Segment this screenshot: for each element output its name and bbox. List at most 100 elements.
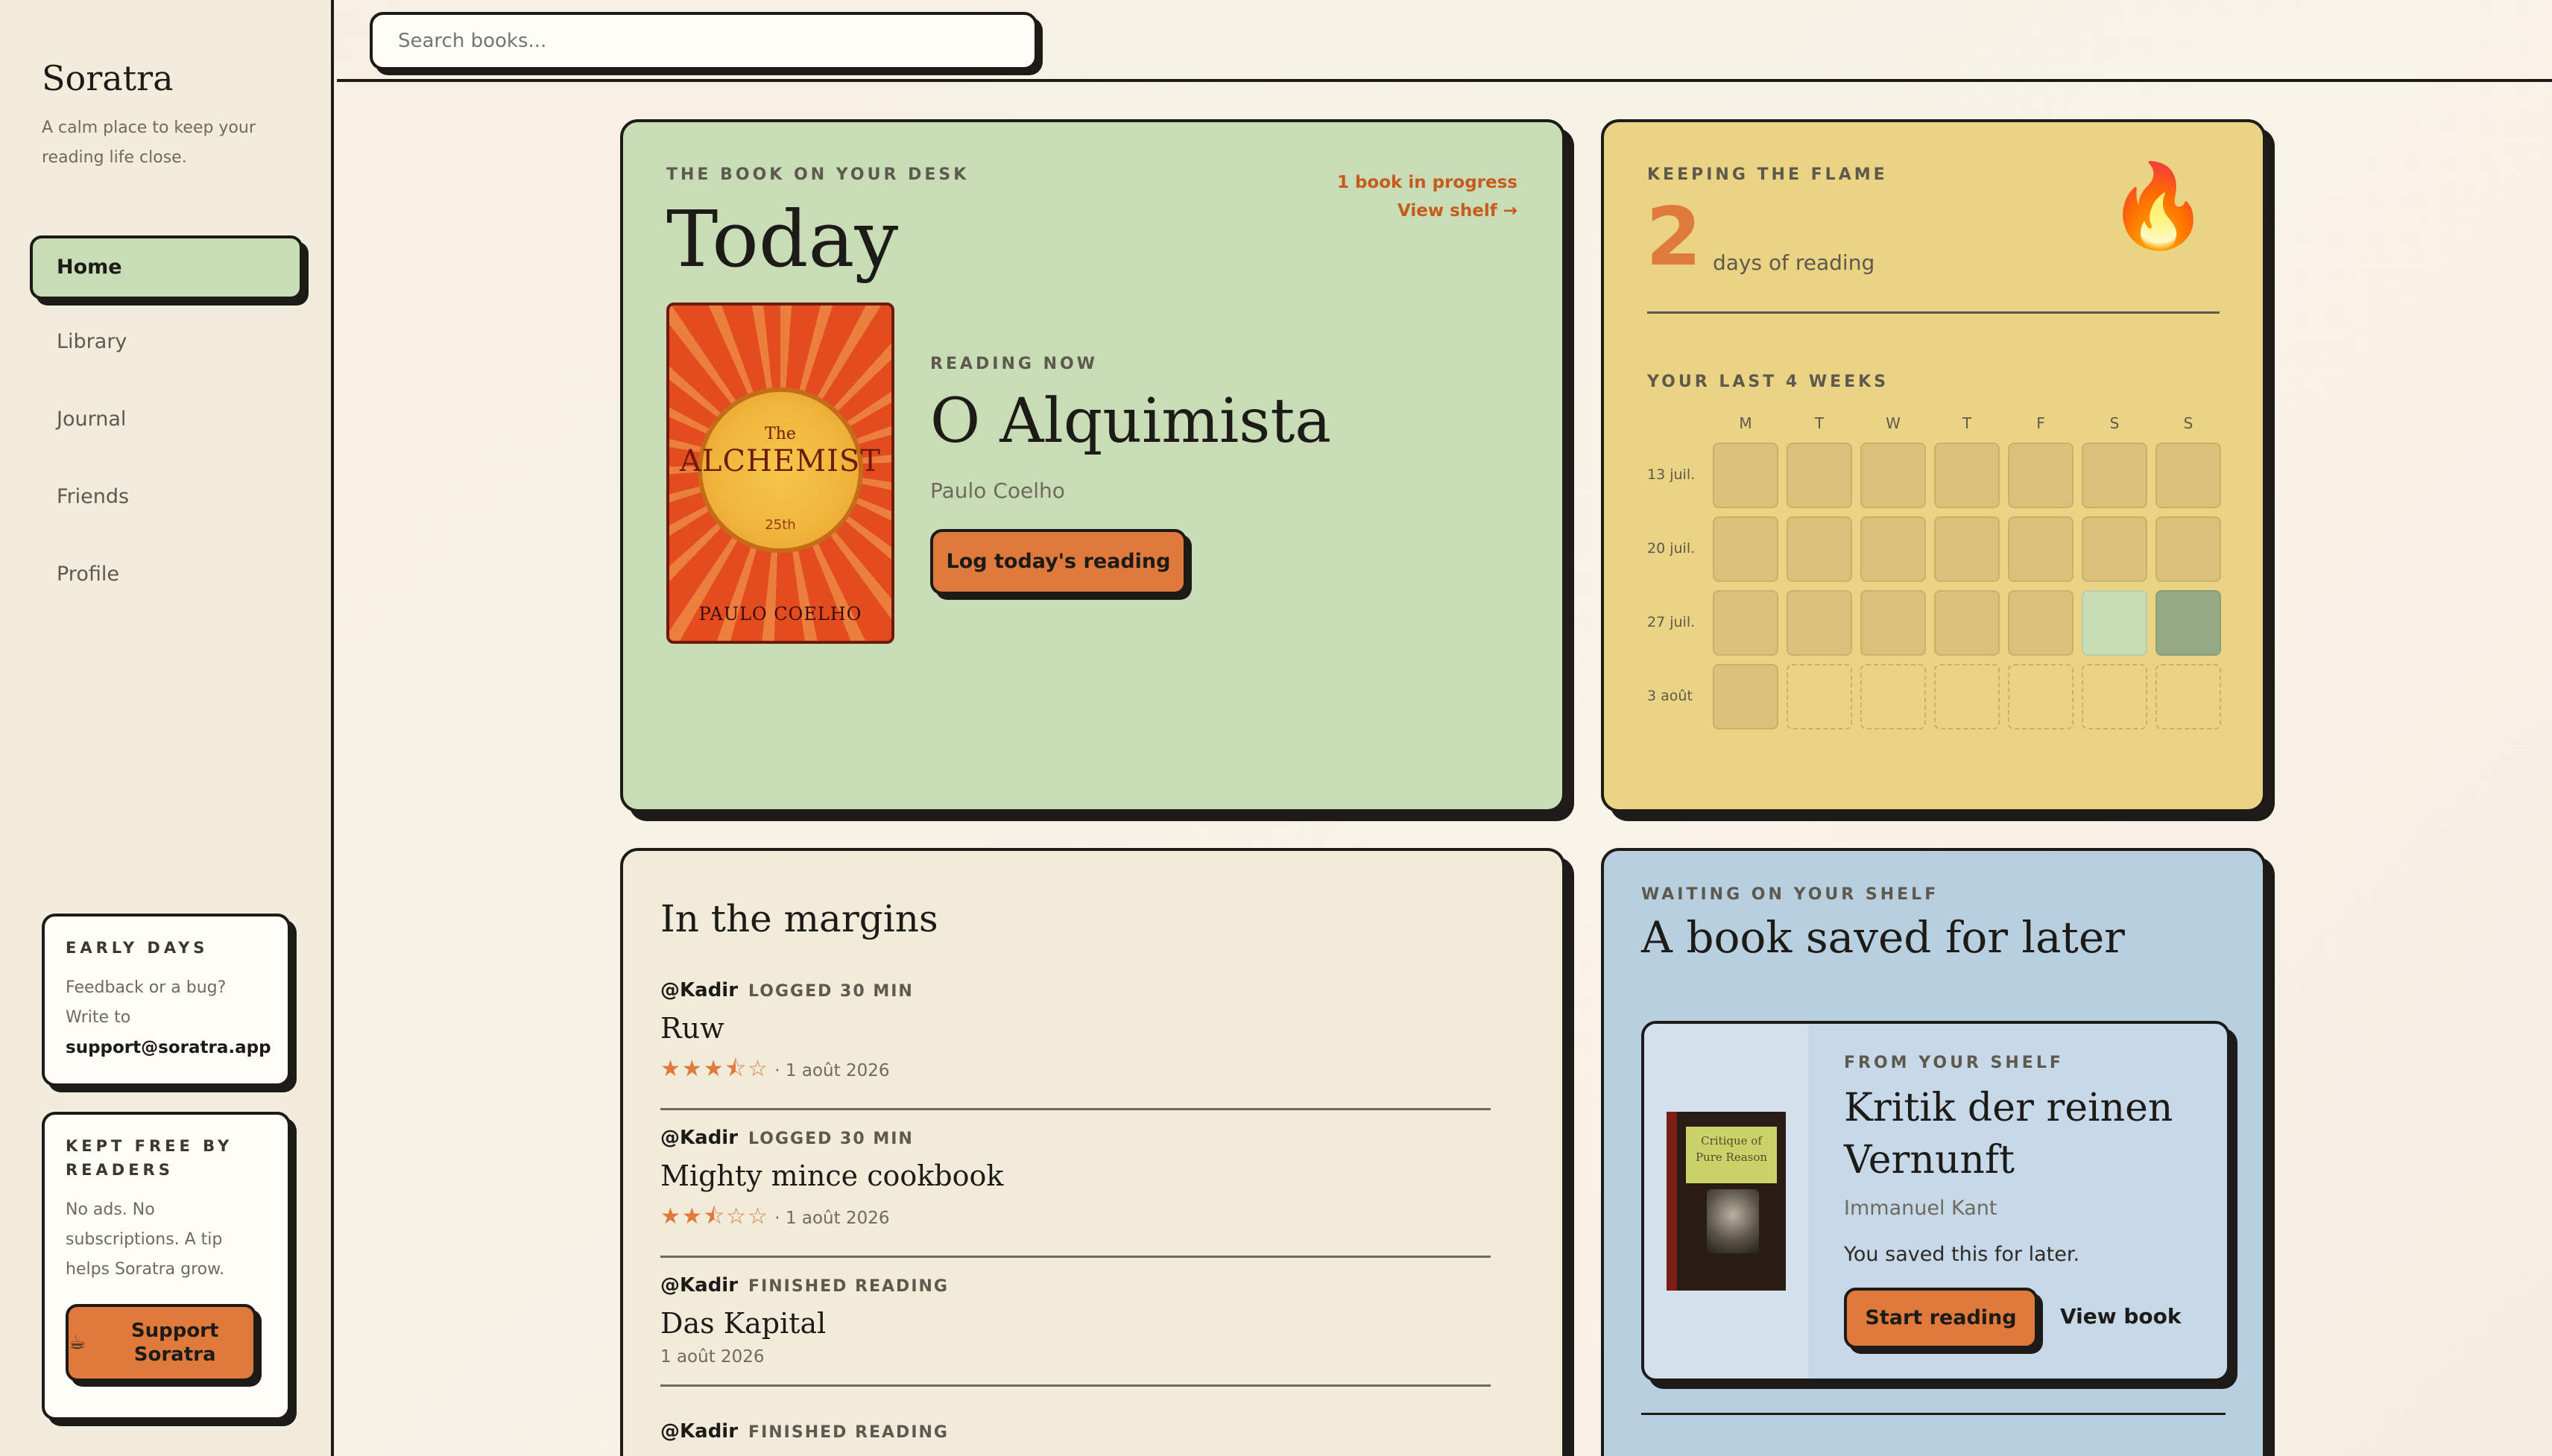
- calendar-day-cell: [2008, 443, 2074, 508]
- shelf-heading: A book saved for later: [1641, 912, 2125, 963]
- activity-book-title[interactable]: Ruw: [660, 1012, 1491, 1045]
- calendar-day-heading: W: [1886, 414, 1901, 432]
- calendar-day-cell: [1934, 590, 2000, 656]
- kept-free-card: KEPT FREE BY READERS No ads. No subscrip…: [42, 1112, 291, 1420]
- calendar-day-cell: [2155, 590, 2221, 656]
- shelf-divider: [1641, 1413, 2226, 1415]
- nav-home[interactable]: Home: [30, 235, 303, 300]
- start-reading-button[interactable]: Start reading: [1844, 1288, 2038, 1349]
- support-button-label: Support Soratra: [130, 1320, 219, 1366]
- cover-the: The: [765, 425, 796, 443]
- activity-entry: @Kadir FINISHED READING: [660, 1420, 1491, 1443]
- activity-action: FINISHED READING: [748, 1277, 949, 1296]
- activity-divider: [660, 1384, 1491, 1387]
- view-shelf-link[interactable]: View shelf →: [1337, 197, 1517, 225]
- activity-book-title[interactable]: Mighty mince cookbook: [660, 1159, 1491, 1192]
- nav-library[interactable]: Library: [30, 310, 303, 374]
- calendar-day-cell: [1934, 664, 2000, 729]
- rating-stars: ★★★⯪☆: [660, 1056, 769, 1082]
- log-reading-button[interactable]: Log today's reading: [930, 529, 1187, 595]
- calendar-week-label: 3 août: [1647, 688, 1693, 704]
- cover-author: PAULO COELHO: [698, 604, 862, 624]
- search-input[interactable]: [370, 12, 1037, 70]
- from-shelf-label: FROM YOUR SHELF: [1844, 1054, 2064, 1072]
- activity-entry: @Kadir LOGGED 30 MIN Ruw ★★★⯪☆ · 1 août 2…: [660, 979, 1491, 1110]
- current-book-title[interactable]: O Alquimista: [930, 386, 1331, 457]
- saved-book-title[interactable]: Kritik der reinen Vernunft: [1844, 1082, 2202, 1186]
- activity-action: FINISHED READING: [748, 1423, 949, 1442]
- streak-card: KEEPING THE FLAME 2 days of reading 🔥 YO…: [1601, 119, 2266, 812]
- calendar-week-label: 13 juil.: [1647, 466, 1696, 483]
- nav-profile[interactable]: Profile: [30, 542, 303, 607]
- activity-card: In the margins @Kadir LOGGED 30 MIN Ruw ★…: [620, 848, 1565, 1456]
- calendar-day-cell: [1934, 516, 2000, 582]
- saved-book-card: WAITING ON YOUR SHELF A book saved for l…: [1601, 848, 2266, 1456]
- nav-journal[interactable]: Journal: [30, 387, 303, 452]
- activity-action: LOGGED 30 MIN: [748, 1130, 914, 1148]
- calendar-day-heading: S: [2183, 414, 2193, 432]
- streak-label: days of reading: [1713, 250, 1875, 275]
- books-in-progress: 1 book in progress: [1336, 173, 1517, 192]
- calendar-day-cell: [1860, 443, 1926, 508]
- current-book-author: Paulo Coelho: [930, 478, 1065, 503]
- activity-date: 1 août 2026: [660, 1347, 765, 1367]
- support-email-link[interactable]: support@soratra.app: [66, 1038, 271, 1057]
- saved-book-cover-pane: Critique of Pure Reason: [1644, 1024, 1808, 1379]
- calendar-day-heading: F: [2036, 414, 2045, 432]
- cover-title: ALCHEMIST: [680, 444, 881, 478]
- calendar-day-cell: [2082, 664, 2147, 729]
- activity-entry: @Kadir FINISHED READING Das Kapital 1 aoû…: [660, 1274, 1491, 1387]
- saved-book-author: Immanuel Kant: [1844, 1197, 1997, 1220]
- kant-portrait: [1707, 1189, 1759, 1253]
- support-button[interactable]: ☕ Support Soratra: [66, 1304, 256, 1381]
- activity-book-title[interactable]: Das Kapital: [660, 1307, 1491, 1340]
- calendar-day-cell: [1713, 664, 1778, 729]
- activity-divider: [660, 1256, 1491, 1258]
- activity-date: 1 août 2026: [785, 1061, 890, 1080]
- activity-user[interactable]: @Kadir: [660, 1274, 738, 1297]
- kept-free-eyebrow: KEPT FREE BY READERS: [66, 1137, 233, 1179]
- last-weeks-label: YOUR LAST 4 WEEKS: [1647, 373, 1889, 391]
- rating-stars: ★★⯪☆☆: [660, 1203, 769, 1229]
- book-cover-kant[interactable]: Critique of Pure Reason: [1667, 1112, 1786, 1291]
- calendar-day-cell: [1787, 443, 1852, 508]
- streak-divider: [1647, 311, 2220, 314]
- shelf-eyebrow: WAITING ON YOUR SHELF: [1641, 885, 1939, 904]
- calendar-day-cell: [2008, 516, 2074, 582]
- calendar-day-cell: [2155, 516, 2221, 582]
- calendar-week-label: 20 juil.: [1647, 540, 1696, 557]
- nav-friends[interactable]: Friends: [30, 465, 303, 529]
- progress-summary: 1 book in progress View shelf →: [1337, 168, 1517, 225]
- early-days-card: EARLY DAYS Feedback or a bug? Write to s…: [42, 914, 291, 1086]
- streak-eyebrow: KEEPING THE FLAME: [1647, 165, 1888, 184]
- calendar-day-cell: [2008, 664, 2074, 729]
- today-card: THE BOOK ON YOUR DESK Today 1 book in pr…: [620, 119, 1565, 812]
- brand-tagline: A calm place to keep your reading life c…: [42, 118, 256, 167]
- book-cover-alchemist[interactable]: The ALCHEMIST 25th PAULO COELHO: [666, 303, 894, 644]
- today-eyebrow: THE BOOK ON YOUR DESK: [666, 165, 970, 184]
- activity-heading: In the margins: [660, 897, 938, 940]
- activity-divider: [660, 1108, 1491, 1110]
- reading-now-label: READING NOW: [930, 355, 1098, 373]
- activity-entry: @Kadir LOGGED 30 MIN Mighty mince cookboo…: [660, 1127, 1491, 1258]
- calendar-day-heading: T: [1962, 414, 1972, 432]
- calendar-week-label: 27 juil.: [1647, 614, 1696, 630]
- brand-logo[interactable]: Soratra: [42, 58, 174, 98]
- calendar-day-heading: S: [2109, 414, 2120, 432]
- calendar-day-cell: [2155, 664, 2221, 729]
- calendar-day-heading: M: [1739, 414, 1752, 432]
- coffee-icon: ☕: [69, 1332, 86, 1354]
- activity-user[interactable]: @Kadir: [660, 979, 738, 1001]
- cover-edition: 25th: [765, 517, 796, 533]
- calendar-day-cell: [1787, 516, 1852, 582]
- activity-user[interactable]: @Kadir: [660, 1420, 738, 1443]
- calendar-day-cell: [2082, 443, 2147, 508]
- saved-book-note: You saved this for later.: [1844, 1243, 2080, 1266]
- activity-user[interactable]: @Kadir: [660, 1127, 738, 1149]
- early-days-text: Feedback or a bug? Write to support@sora…: [66, 973, 271, 1063]
- calendar-day-cell: [2082, 590, 2147, 656]
- early-days-eyebrow: EARLY DAYS: [66, 939, 209, 957]
- calendar-day-cell: [1934, 443, 2000, 508]
- view-book-link[interactable]: View book: [2060, 1304, 2182, 1329]
- activity-date: 1 août 2026: [785, 1209, 890, 1228]
